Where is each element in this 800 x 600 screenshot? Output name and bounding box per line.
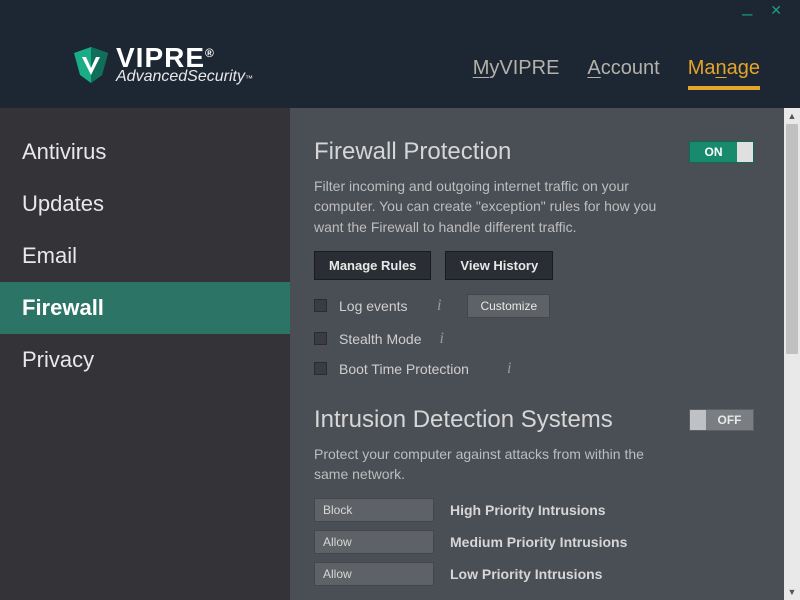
- ids-section: Intrusion Detection Systems OFF Protect …: [314, 406, 754, 587]
- medium-priority-label: Medium Priority Intrusions: [450, 534, 627, 550]
- ids-desc: Protect your computer against attacks fr…: [314, 444, 674, 485]
- medium-priority-select[interactable]: Allow: [314, 530, 434, 554]
- scroll-up-icon[interactable]: ▲: [784, 108, 800, 124]
- stealth-mode-checkbox[interactable]: [314, 332, 327, 345]
- sidebar: Antivirus Updates Email Firewall Privacy: [0, 108, 290, 600]
- firewall-section: Firewall Protection ON Filter incoming a…: [314, 138, 754, 378]
- header: VIPRE® AdvancedSecurity™ MyVIPRE Account…: [0, 20, 800, 108]
- sidebar-item-privacy[interactable]: Privacy: [0, 334, 290, 386]
- manage-rules-button[interactable]: Manage Rules: [314, 251, 431, 280]
- nav-tabs: MyVIPRE Account Manage: [473, 20, 760, 108]
- high-priority-label: High Priority Intrusions: [450, 502, 606, 518]
- scrollbar[interactable]: ▲ ▼: [784, 108, 800, 600]
- content: Firewall Protection ON Filter incoming a…: [290, 108, 784, 600]
- tab-account[interactable]: Account: [587, 57, 659, 90]
- low-priority-select[interactable]: Allow: [314, 562, 434, 586]
- info-icon[interactable]: i: [437, 297, 441, 315]
- app-window: _ ✕ VIPRE® AdvancedSecurity™ MyVIPRE Acc…: [0, 0, 800, 600]
- high-priority-select[interactable]: Block: [314, 498, 434, 522]
- boot-time-checkbox[interactable]: [314, 362, 327, 375]
- boot-time-label: Boot Time Protection: [339, 361, 489, 377]
- ids-title: Intrusion Detection Systems: [314, 406, 613, 434]
- scroll-down-icon[interactable]: ▼: [784, 584, 800, 600]
- info-icon[interactable]: i: [440, 330, 444, 348]
- titlebar: _ ✕: [0, 0, 800, 20]
- tab-manage[interactable]: Manage: [688, 57, 760, 90]
- firewall-title: Firewall Protection: [314, 138, 511, 166]
- low-priority-label: Low Priority Intrusions: [450, 566, 602, 582]
- body: Antivirus Updates Email Firewall Privacy…: [0, 108, 800, 600]
- shield-icon: [70, 43, 112, 85]
- stealth-mode-label: Stealth Mode: [339, 331, 422, 347]
- sidebar-item-antivirus[interactable]: Antivirus: [0, 126, 290, 178]
- firewall-desc: Filter incoming and outgoing internet tr…: [314, 176, 674, 237]
- info-icon[interactable]: i: [507, 360, 511, 378]
- content-area: Firewall Protection ON Filter incoming a…: [290, 108, 800, 600]
- customize-button[interactable]: Customize: [467, 294, 550, 318]
- sidebar-item-updates[interactable]: Updates: [0, 178, 290, 230]
- firewall-toggle[interactable]: ON: [689, 141, 754, 163]
- ids-toggle[interactable]: OFF: [689, 409, 754, 431]
- log-events-checkbox[interactable]: [314, 299, 327, 312]
- scroll-thumb[interactable]: [786, 124, 798, 354]
- tab-myvipre[interactable]: MyVIPRE: [473, 57, 560, 90]
- brand-tagline: AdvancedSecurity™: [116, 68, 253, 86]
- log-events-label: Log events: [339, 298, 419, 314]
- view-history-button[interactable]: View History: [445, 251, 553, 280]
- brand-logo: VIPRE® AdvancedSecurity™: [70, 42, 253, 86]
- sidebar-item-email[interactable]: Email: [0, 230, 290, 282]
- sidebar-item-firewall[interactable]: Firewall: [0, 282, 290, 334]
- close-icon[interactable]: ✕: [770, 2, 782, 19]
